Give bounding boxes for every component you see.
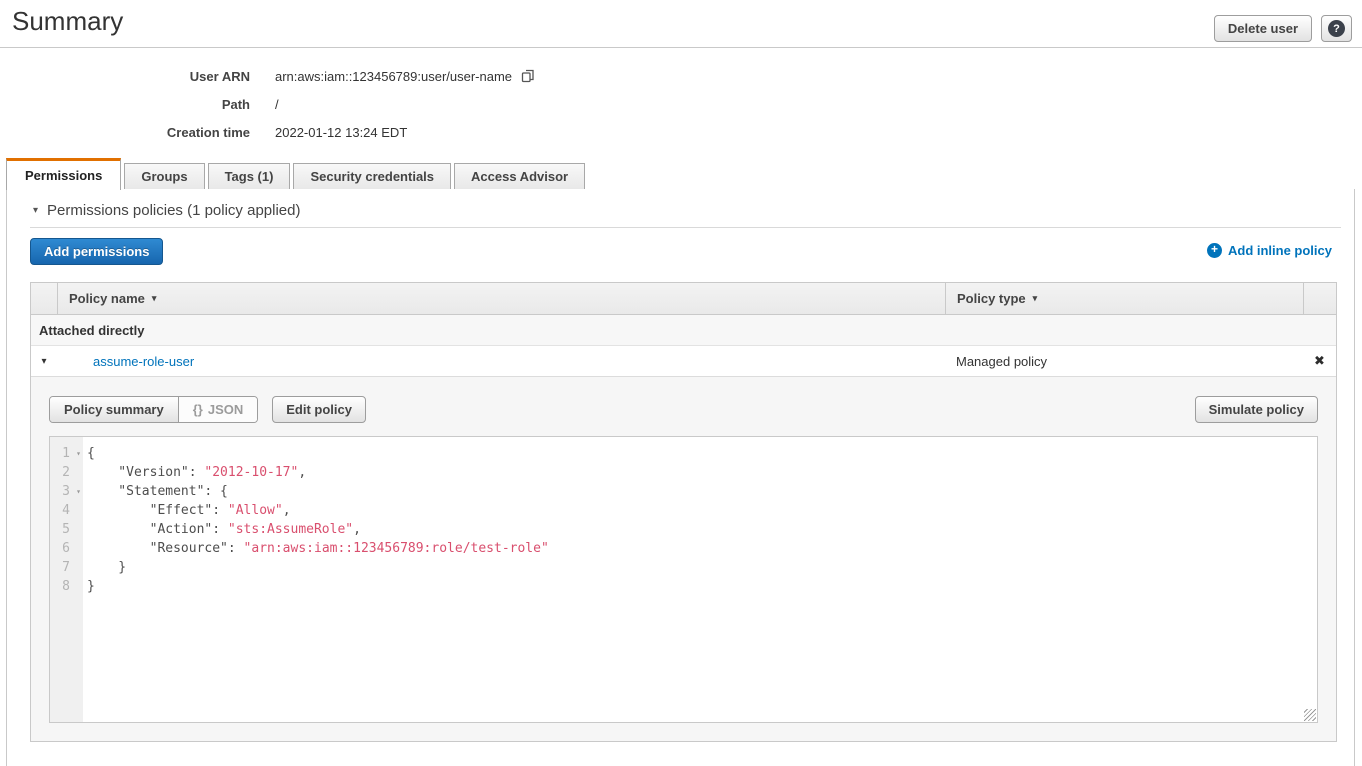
policies-table: Policy name ▾ Policy type ▾ Attached dir… [30,282,1337,742]
line-number: 1▾ [50,444,83,463]
remove-policy-x-icon[interactable]: ✖ [1314,353,1325,369]
view-toggle-group: Policy summary {} JSON [49,396,258,423]
simulate-policy-button[interactable]: Simulate policy [1195,396,1318,423]
code-line-text: { [83,444,95,463]
line-number: 4 [50,501,83,520]
code-line-text: } [83,577,95,596]
code-line: 4 "Effect": "Allow", [50,501,1317,520]
policy-detail-panel: Policy summary {} JSON Edit policy Simul… [31,377,1336,741]
section-title: Permissions policies (1 policy applied) [47,202,300,219]
field-label: Path [0,97,250,112]
plus-circle-icon: + [1207,243,1222,258]
fold-caret-icon[interactable]: ▾ [76,444,81,463]
column-header-policy-type[interactable]: Policy type ▾ [945,283,1303,314]
add-inline-policy-label: Add inline policy [1228,243,1332,258]
editor-resize-grip-icon[interactable] [1304,709,1316,721]
policy-json-editor[interactable]: 1▾{2 "Version": "2012-10-17",3▾ "Stateme… [49,436,1318,723]
expand-cell: ▾ [31,346,57,376]
line-number: 5 [50,520,83,539]
line-number: 8 [50,577,83,596]
policy-table-row: ▾ assume-role-user Managed policy ✖ [31,346,1336,377]
field-row-user-arn: User ARN arn:aws:iam::123456789:user/use… [0,62,536,90]
page-title: Summary [12,6,123,37]
summary-fields: User ARN arn:aws:iam::123456789:user/use… [0,62,536,146]
code-line-text: "Statement": { [83,482,228,501]
policy-type-header-label: Policy type [957,291,1026,306]
remove-cell: ✖ [1303,346,1336,376]
expand-column-header [31,283,57,314]
code-line: 2 "Version": "2012-10-17", [50,463,1317,482]
add-permissions-button[interactable]: Add permissions [30,238,163,265]
code-lines: 1▾{2 "Version": "2012-10-17",3▾ "Stateme… [50,444,1317,596]
braces-icon: {} [193,402,203,417]
field-row-creation-time: Creation time 2022-01-12 13:24 EDT [0,118,536,146]
code-line: 6 "Resource": "arn:aws:iam::123456789:ro… [50,539,1317,558]
row-expand-caret-icon[interactable]: ▾ [41,356,46,367]
tab-bar: Permissions Groups Tags (1) Security cre… [6,158,585,190]
json-view-label: JSON [208,402,243,417]
column-header-policy-name[interactable]: Policy name ▾ [57,283,945,314]
line-number: 7 [50,558,83,577]
policy-detail-toolbar: Policy summary {} JSON Edit policy Simul… [49,396,1318,423]
line-number: 2 [50,463,83,482]
permissions-policies-section-header[interactable]: ▾ Permissions policies (1 policy applied… [33,202,300,219]
code-line: 7 } [50,558,1317,577]
title-divider [0,47,1362,48]
edit-policy-button[interactable]: Edit policy [272,396,366,423]
iam-user-summary-page: Summary Delete user ? User ARN arn:aws:i… [0,0,1362,766]
policy-name-header-label: Policy name [69,291,145,306]
copy-icon[interactable] [520,68,536,84]
table-header-row: Policy name ▾ Policy type ▾ [31,283,1336,315]
code-line-text: "Resource": "arn:aws:iam::123456789:role… [83,539,549,558]
permissions-tab-panel: ▾ Permissions policies (1 policy applied… [6,189,1355,766]
help-button[interactable]: ? [1321,15,1352,42]
section-divider [30,227,1341,228]
policy-type-cell: Managed policy [945,346,1303,376]
header-actions: Delete user ? [1214,15,1352,42]
code-line: 1▾{ [50,444,1317,463]
code-line-text: "Action": "sts:AssumeRole", [83,520,361,539]
user-arn-value: arn:aws:iam::123456789:user/user-name [275,69,512,84]
code-line-text: "Effect": "Allow", [83,501,291,520]
delete-user-button[interactable]: Delete user [1214,15,1312,42]
tab-permissions[interactable]: Permissions [6,158,121,190]
field-value: arn:aws:iam::123456789:user/user-name [250,68,536,84]
field-label: Creation time [0,125,250,140]
creation-time-value: 2022-01-12 13:24 EDT [250,125,407,140]
section-collapse-caret-icon: ▾ [33,205,38,216]
field-label: User ARN [0,69,250,84]
policy-name-link[interactable]: assume-role-user [57,354,194,369]
line-number: 6 [50,539,83,558]
code-line-text: "Version": "2012-10-17", [83,463,306,482]
remove-column-header [1303,283,1336,314]
code-line: 5 "Action": "sts:AssumeRole", [50,520,1317,539]
fold-caret-icon[interactable]: ▾ [76,482,81,501]
json-view-button[interactable]: {} JSON [178,397,258,422]
code-line: 3▾ "Statement": { [50,482,1317,501]
sort-caret-icon: ▾ [152,293,157,304]
sort-caret-icon: ▾ [1033,293,1038,304]
tab-security-credentials[interactable]: Security credentials [293,163,451,190]
path-value: / [250,97,279,112]
code-line: 8} [50,577,1317,596]
tab-tags[interactable]: Tags (1) [208,163,291,190]
group-row-attached-directly: Attached directly [31,315,1336,346]
tab-groups[interactable]: Groups [124,163,204,190]
tab-access-advisor[interactable]: Access Advisor [454,163,585,190]
field-row-path: Path / [0,90,536,118]
add-inline-policy-link[interactable]: + Add inline policy [1207,243,1332,258]
policy-name-cell: assume-role-user [57,346,945,376]
line-number: 3▾ [50,482,83,501]
help-icon: ? [1328,20,1345,37]
policy-summary-button[interactable]: Policy summary [50,397,178,422]
code-line-text: } [83,558,126,577]
